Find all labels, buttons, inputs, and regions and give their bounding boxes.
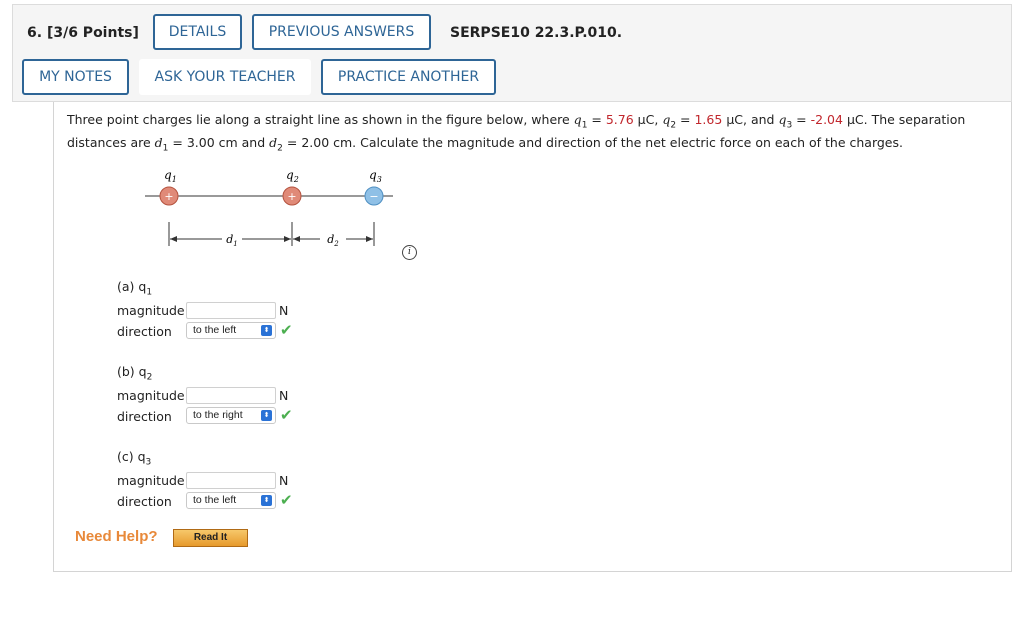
previous-answers-button[interactable]: PREVIOUS ANSWERS <box>252 14 431 50</box>
problem-line-1: Three point charges lie along a straight… <box>67 112 966 131</box>
need-help-label: Need Help? <box>75 528 158 545</box>
part-b-direction-label: direction <box>117 409 172 424</box>
part-c-title: (c) q3 <box>117 449 152 468</box>
my-notes-button[interactable]: MY NOTES <box>22 59 129 95</box>
d1-figure-label: d1 <box>226 233 238 248</box>
q3-figure-label: q3 <box>369 168 382 184</box>
q1-value: 5.76 <box>605 112 634 127</box>
part-b-check-icon: ✔ <box>280 406 293 424</box>
part-b-title: (b) q2 <box>117 364 153 383</box>
part-c-unit: N <box>279 473 289 488</box>
chevron-updown-icon: ⬍ <box>261 325 272 336</box>
q2-figure-label: q2 <box>286 168 299 184</box>
part-a-title: (a) q1 <box>117 279 153 298</box>
question-header: 6. [3/6 Points] DETAILS PREVIOUS ANSWERS… <box>12 4 1012 102</box>
d2-figure-label: d2 <box>327 233 339 248</box>
part-c-magnitude-label: magnitude <box>117 473 185 488</box>
part-a-unit: N <box>279 303 289 318</box>
info-icon[interactable]: i <box>402 245 417 260</box>
part-b-direction-select[interactable]: to the right ⬍ <box>186 407 276 424</box>
q2-plus-sign: + <box>287 190 296 203</box>
part-a-magnitude-input[interactable] <box>186 302 276 319</box>
chevron-updown-icon: ⬍ <box>261 495 272 506</box>
part-a-direction-select[interactable]: to the left ⬍ <box>186 322 276 339</box>
part-a-magnitude-label: magnitude <box>117 303 185 318</box>
q1-plus-sign: + <box>164 190 173 203</box>
q2-value: 1.65 <box>694 112 723 127</box>
part-c-direction-select[interactable]: to the left ⬍ <box>186 492 276 509</box>
part-a-check-icon: ✔ <box>280 321 293 339</box>
problem-line-2: distances are d1 = 3.00 cm and d2 = 2.00… <box>67 135 903 154</box>
part-c-check-icon: ✔ <box>280 491 293 509</box>
chevron-updown-icon: ⬍ <box>261 410 272 421</box>
q1-figure-label: q1 <box>164 168 177 184</box>
part-b-unit: N <box>279 388 289 403</box>
charges-figure: q1 q2 q3 + + − d1 d2 <box>145 168 393 248</box>
question-number: 6. [3/6 Points] <box>27 25 139 41</box>
q3-value: -2.04 <box>810 112 843 127</box>
question-id: SERPSE10 22.3.P.010. <box>450 25 623 41</box>
part-c-magnitude-input[interactable] <box>186 472 276 489</box>
q3-minus-sign: − <box>369 190 378 203</box>
part-a-direction-label: direction <box>117 324 172 339</box>
practice-another-button[interactable]: PRACTICE ANOTHER <box>321 59 496 95</box>
read-it-button[interactable]: Read It <box>173 529 248 547</box>
ask-your-teacher-button[interactable]: ASK YOUR TEACHER <box>139 59 311 95</box>
details-button[interactable]: DETAILS <box>153 14 242 50</box>
part-b-magnitude-input[interactable] <box>186 387 276 404</box>
part-c-direction-label: direction <box>117 494 172 509</box>
part-b-magnitude-label: magnitude <box>117 388 185 403</box>
